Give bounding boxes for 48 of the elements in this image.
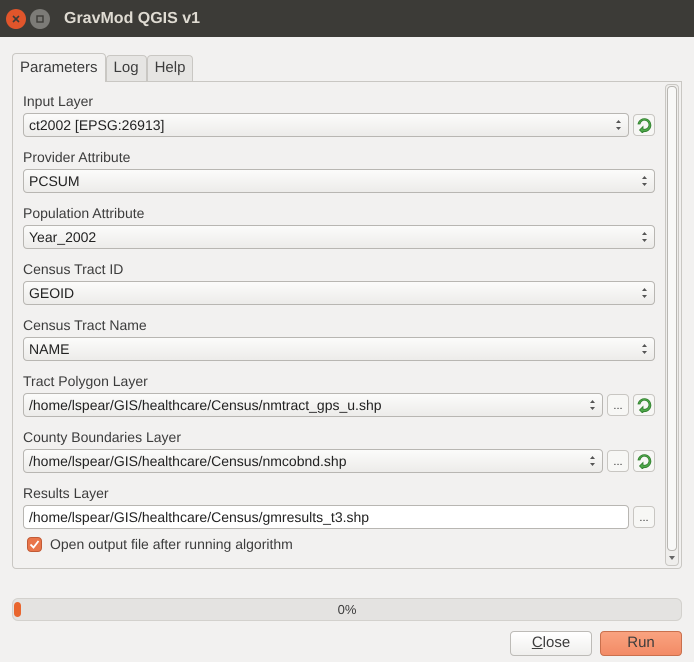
layer-dropdown[interactable]: NAME bbox=[23, 337, 655, 361]
spinner-arrows-icon bbox=[641, 342, 648, 356]
spinner-arrows-icon bbox=[589, 398, 596, 412]
layer-dropdown[interactable]: /home/lspear/GIS/healthcare/Census/nmcobnd.shp bbox=[23, 449, 603, 473]
results-path-field[interactable]: /home/lspear/GIS/healthcare/Census/gmresults_t3.shp bbox=[23, 505, 629, 529]
close-button[interactable]: Close bbox=[510, 631, 592, 656]
progress-reading: 0% bbox=[338, 600, 356, 619]
scrollbar-thumb[interactable] bbox=[667, 86, 677, 551]
layer-dropdown[interactable]: /home/lspear/GIS/healthcare/Census/nmtract_gps_u.shp bbox=[23, 393, 603, 417]
browse-button[interactable]: ... bbox=[607, 394, 629, 416]
refresh-button[interactable] bbox=[633, 114, 655, 136]
browse-button[interactable]: ... bbox=[633, 506, 655, 528]
layer-dropdown[interactable]: ct2002 [EPSG:26913] bbox=[23, 113, 629, 137]
tab[interactable]: Log bbox=[106, 55, 147, 81]
tab[interactable]: Help bbox=[146, 55, 194, 81]
refresh-icon bbox=[636, 453, 652, 469]
checkbox[interactable] bbox=[27, 537, 42, 552]
refresh-button[interactable] bbox=[633, 450, 655, 472]
field-label: County Boundaries Layer bbox=[23, 428, 182, 447]
field-label: Population Attribute bbox=[23, 204, 146, 223]
field-label: Census Tract ID bbox=[23, 260, 124, 279]
run-button[interactable]: Run bbox=[600, 631, 682, 656]
field-label: Input Layer bbox=[23, 92, 94, 111]
refresh-icon bbox=[636, 397, 652, 413]
field-label: Results Layer bbox=[23, 484, 110, 503]
layer-dropdown[interactable]: PCSUM bbox=[23, 169, 655, 193]
refresh-icon bbox=[636, 117, 652, 133]
tab[interactable]: Parameters bbox=[12, 53, 106, 82]
spinner-arrows-icon bbox=[589, 454, 596, 468]
field-label: Tract Polygon Layer bbox=[23, 372, 149, 391]
field-label: Provider Attribute bbox=[23, 148, 132, 167]
scroll-down-icon bbox=[668, 554, 676, 562]
refresh-button[interactable] bbox=[633, 394, 655, 416]
window-title: GravMod QGIS v1 bbox=[64, 8, 200, 28]
layer-dropdown[interactable]: GEOID bbox=[23, 281, 655, 305]
layer-dropdown[interactable]: Year_2002 bbox=[23, 225, 655, 249]
spinner-arrows-icon bbox=[641, 174, 648, 188]
spinner-arrows-icon bbox=[641, 230, 648, 244]
browse-button[interactable]: ... bbox=[607, 450, 629, 472]
maximize-icon bbox=[36, 14, 44, 22]
spinner-arrows-icon bbox=[641, 286, 648, 300]
field-label: Census Tract Name bbox=[23, 316, 148, 335]
checkmark-icon bbox=[29, 539, 40, 550]
checkbox-label: Open output file after running algorithm bbox=[50, 535, 293, 554]
maximize-window-button[interactable] bbox=[30, 8, 50, 28]
close-window-button[interactable] bbox=[6, 8, 26, 28]
spinner-arrows-icon bbox=[615, 118, 622, 132]
close-icon bbox=[12, 14, 20, 22]
